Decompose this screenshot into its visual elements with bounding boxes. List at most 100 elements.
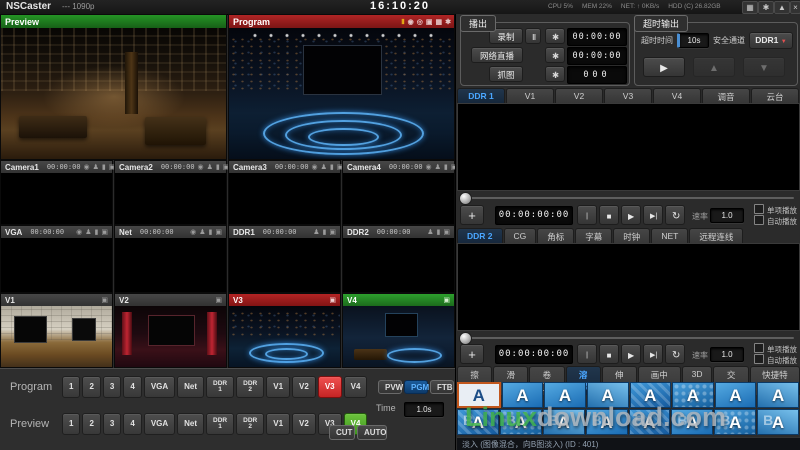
transition-time-value[interactable]: 1.0s <box>404 402 444 417</box>
ddr1-rate-input[interactable]: 1.0 <box>710 208 744 223</box>
status-dot-icon[interactable]: ◉ <box>312 163 318 171</box>
pause-icon[interactable]: Ⅱ <box>401 18 404 26</box>
person-icon[interactable]: ♟ <box>93 163 99 171</box>
timeout-play-button[interactable]: ▶ <box>643 57 685 77</box>
ddr2-stop-icon[interactable]: ■ <box>599 344 619 364</box>
person-icon[interactable]: ♟ <box>207 163 213 171</box>
program-src-4[interactable]: 4 <box>123 376 142 398</box>
timeout-up-button[interactable]: ▲ <box>693 57 735 77</box>
ddr1-prev-icon[interactable]: |◀ <box>577 205 597 239</box>
pgm-button[interactable]: PGM <box>404 380 429 394</box>
transition-thumb[interactable]: A <box>629 382 672 408</box>
snapshot-gear-icon[interactable]: ✱ <box>545 66 565 82</box>
broadcast-panel-label[interactable]: 播出 <box>460 15 497 32</box>
program-src-v3-active[interactable]: V3 <box>317 376 342 398</box>
program-src-ddr1[interactable]: DDR 1 <box>206 376 235 398</box>
ddr1-next-icon[interactable]: ▶| <box>643 205 663 225</box>
ddr1-media-area[interactable] <box>457 103 800 191</box>
close-icon[interactable]: × <box>790 1 800 14</box>
person-icon[interactable]: ♟ <box>313 228 319 236</box>
status-dot-icon[interactable]: ◉ <box>190 228 196 236</box>
mic-icon[interactable]: ▮ <box>95 228 99 236</box>
preview-src-1[interactable]: 1 <box>62 413 81 435</box>
ddr2-media-area[interactable] <box>457 243 800 331</box>
program-src-2[interactable]: 2 <box>82 376 101 398</box>
minimize-eject-icon[interactable]: ▲ <box>774 1 790 14</box>
transition-thumb[interactable]: BA <box>457 409 499 435</box>
v1-monitor[interactable]: V1 ▣ <box>0 293 113 368</box>
record-icon[interactable]: ▣ <box>426 18 433 26</box>
ddr1-play-icon[interactable]: ▶ <box>621 205 641 225</box>
settings-gear-icon[interactable]: ✱ <box>758 1 774 14</box>
preview-src-3[interactable]: 3 <box>102 413 122 435</box>
tab-v1[interactable]: V1 <box>506 88 554 104</box>
program-src-v2[interactable]: V2 <box>292 376 316 398</box>
v2-monitor[interactable]: V2 ▣ <box>114 293 227 368</box>
transition-thumb[interactable]: BA <box>671 409 714 435</box>
vga-monitor[interactable]: VGA 00:00:00 ◉ ♟ ▮ ▣ <box>0 225 113 293</box>
ddr2-next-icon[interactable]: ▶| <box>643 344 663 364</box>
net-monitor[interactable]: Net 00:00:00 ◉ ♟ ▮ ▣ <box>114 225 227 293</box>
v3-monitor[interactable]: V3 ▣ <box>228 293 341 368</box>
preview-src-net[interactable]: Net <box>177 413 205 435</box>
ddr1-add-button[interactable]: + <box>460 205 484 225</box>
camera1-monitor[interactable]: Camera1 00:00:00 ◉ ♟ ▮ ▣ <box>0 160 115 225</box>
stream-button[interactable]: 网络直播 <box>471 47 523 63</box>
keyboard-icon[interactable]: ▦ <box>742 1 758 14</box>
monitor-icon[interactable]: ▣ <box>215 228 222 236</box>
transition-thumb[interactable]: A <box>501 382 544 408</box>
monitor-icon[interactable]: ▣ <box>443 296 450 304</box>
record-pause-icon[interactable]: Ⅱ <box>525 28 541 44</box>
mic-icon[interactable]: ▮ <box>444 163 448 171</box>
camera3-monitor[interactable]: Camera3 00:00:00 ◉ ♟ ▮ ▣ <box>228 160 343 225</box>
ftb-button[interactable]: FTB <box>430 380 454 394</box>
monitor-icon[interactable]: ▣ <box>101 228 108 236</box>
program-src-net[interactable]: Net <box>177 376 205 398</box>
preview-monitor[interactable]: Preview <box>0 14 227 160</box>
transition-thumb[interactable]: BA <box>628 409 671 435</box>
person-icon[interactable]: ♟ <box>427 228 433 236</box>
transition-thumb[interactable]: BA <box>499 409 542 435</box>
ddr2-add-button[interactable]: + <box>460 344 484 364</box>
program-src-vga[interactable]: VGA <box>143 376 176 398</box>
tab-audio-mixer[interactable]: 调音 <box>702 88 750 104</box>
person-icon[interactable]: ♟ <box>435 163 441 171</box>
slider-handle[interactable] <box>459 192 472 205</box>
status-dot-icon[interactable]: ◉ <box>76 228 82 236</box>
timeout-panel-label[interactable]: 超时输出 <box>634 15 689 32</box>
v4-monitor[interactable]: V4 ▣ <box>342 293 455 368</box>
transition-thumb[interactable]: A <box>714 382 757 408</box>
ddr2-loop-icon[interactable]: ↻ <box>665 344 685 364</box>
transition-thumb[interactable]: A <box>672 382 714 408</box>
delay-time-input[interactable]: 10s <box>677 33 709 48</box>
transition-thumb[interactable]: A <box>586 382 629 408</box>
preview-src-v1[interactable]: V1 <box>266 413 291 435</box>
cut-button[interactable]: CUT <box>329 425 355 440</box>
ddr2-monitor[interactable]: DDR2 00:00:00 ♟ ▮ ▣ <box>342 225 455 293</box>
stream-icon[interactable]: ◎ <box>417 18 423 26</box>
slider-track[interactable] <box>463 337 794 339</box>
ddr2-auto-play-checkbox[interactable]: 自动播放 <box>754 354 797 366</box>
status-dot-icon[interactable]: ◉ <box>198 163 204 171</box>
person-icon[interactable]: ♟ <box>199 228 205 236</box>
record-gear-icon[interactable]: ✱ <box>545 28 565 44</box>
tab-ddr1[interactable]: DDR 1 <box>457 88 505 104</box>
monitor-icon[interactable]: ▣ <box>443 228 450 236</box>
tab-v2[interactable]: V2 <box>555 88 603 104</box>
transition-thumb[interactable]: A <box>544 382 586 408</box>
ddr1-monitor[interactable]: DDR1 00:00:00 ♟ ▮ ▣ <box>228 225 341 293</box>
mic-icon[interactable]: ▮ <box>330 163 334 171</box>
ddr2-prev-icon[interactable]: |◀ <box>577 344 597 378</box>
ddr1-auto-play-checkbox[interactable]: 自动播放 <box>754 215 797 227</box>
preview-src-ddr1[interactable]: DDR 1 <box>206 413 235 435</box>
camera2-monitor[interactable]: Camera2 00:00:00 ◉ ♟ ▮ ▣ <box>114 160 229 225</box>
monitor-icon[interactable]: ▣ <box>329 228 336 236</box>
program-src-1[interactable]: 1 <box>62 376 81 398</box>
ddr2-play-icon[interactable]: ▶ <box>621 344 641 364</box>
mic-icon[interactable]: ▮ <box>216 163 220 171</box>
tab-v3[interactable]: V3 <box>604 88 652 104</box>
program-src-ddr2[interactable]: DDR 2 <box>236 376 265 398</box>
mic-icon[interactable]: ▮ <box>323 228 327 236</box>
status-dot-icon[interactable]: ◉ <box>84 163 90 171</box>
snapshot-button[interactable]: 抓图 <box>489 66 523 82</box>
